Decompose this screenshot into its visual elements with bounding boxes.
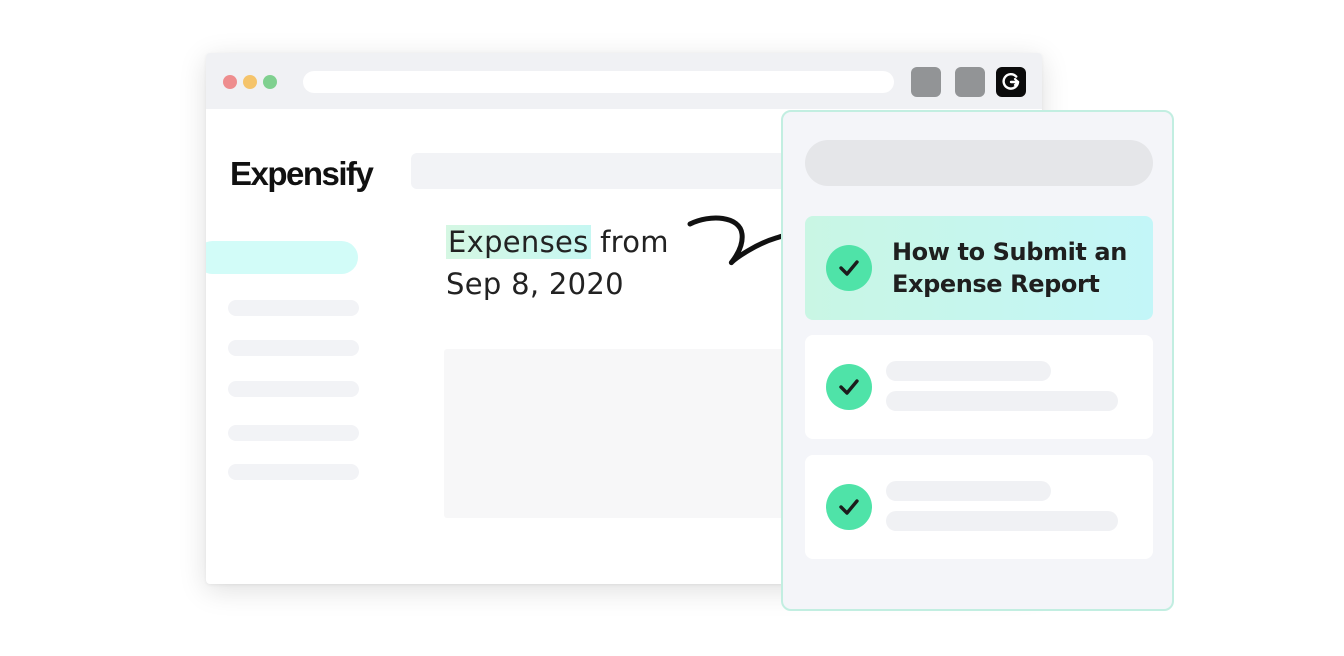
- suggestion-card-active[interactable]: How to Submit an Expense Report: [805, 216, 1153, 320]
- sidebar-item-active[interactable]: [206, 241, 358, 274]
- text-placeholder: [886, 481, 1051, 501]
- g-logo-icon[interactable]: [996, 67, 1026, 97]
- check-icon: [826, 484, 872, 530]
- suggestion-title: How to Submit an Expense Report: [892, 236, 1142, 300]
- check-icon: [826, 364, 872, 410]
- document-line-1: Expenses from: [446, 221, 669, 263]
- browser-titlebar: [206, 53, 1042, 109]
- text-placeholder: [886, 511, 1118, 531]
- sidebar-item[interactable]: [228, 300, 359, 316]
- stage: Expensify Expenses from Sep 8, 2020 How …: [0, 0, 1344, 656]
- sidebar-item[interactable]: [228, 425, 359, 441]
- suggestion-title-line-2: Expense Report: [892, 270, 1100, 298]
- check-icon: [826, 245, 872, 291]
- extension-button[interactable]: [911, 67, 941, 97]
- close-window-dot[interactable]: [223, 75, 237, 89]
- expensify-logo: Expensify: [230, 155, 374, 192]
- app-search-bar[interactable]: [411, 153, 831, 189]
- document-text: Expenses from Sep 8, 2020: [446, 221, 669, 305]
- suggestion-panel: How to Submit an Expense Report: [781, 110, 1174, 611]
- extension-button[interactable]: [955, 67, 985, 97]
- document-line-1-rest: from: [590, 225, 669, 259]
- suggestion-title-line-1: How to Submit an: [892, 238, 1127, 266]
- sidebar-item[interactable]: [228, 464, 359, 480]
- text-placeholder: [886, 361, 1051, 381]
- suggestion-card[interactable]: [805, 455, 1153, 559]
- sidebar-item[interactable]: [228, 340, 359, 356]
- maximize-window-dot[interactable]: [263, 75, 277, 89]
- document-line-2: Sep 8, 2020: [446, 267, 624, 301]
- sidebar-item[interactable]: [228, 381, 359, 397]
- panel-search-bar[interactable]: [805, 140, 1153, 186]
- highlighted-term[interactable]: Expenses: [446, 225, 591, 259]
- minimize-window-dot[interactable]: [243, 75, 257, 89]
- address-bar[interactable]: [303, 71, 894, 93]
- suggestion-card[interactable]: [805, 335, 1153, 439]
- text-placeholder: [886, 391, 1118, 411]
